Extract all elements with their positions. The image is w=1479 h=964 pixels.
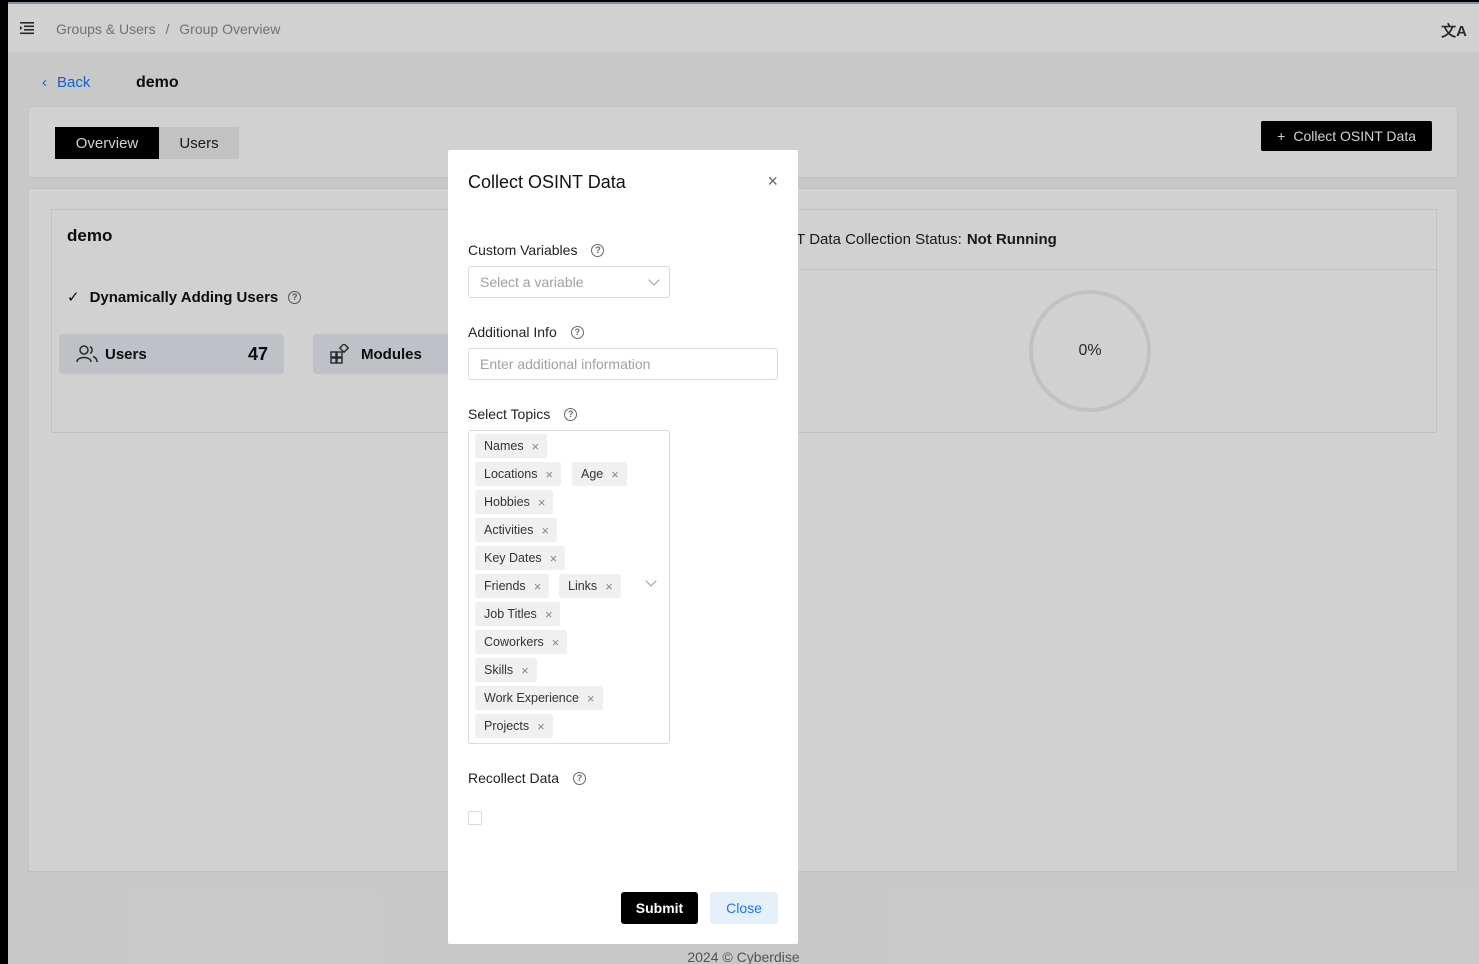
topic-tag: Projects × [475,714,553,738]
close-icon[interactable]: × [552,635,560,650]
close-button[interactable]: Close [710,892,778,924]
topic-tag: Locations × [475,462,562,486]
close-icon[interactable]: × [532,439,540,454]
help-icon[interactable]: ? [570,325,584,339]
topic-tag-label: Age [581,467,604,481]
topic-tag: Age × [572,462,627,486]
additional-info-text: Additional Info [468,324,557,340]
close-icon[interactable]: × [611,467,619,482]
topic-tag-label: Work Experience [484,691,579,705]
additional-info-placeholder: Enter additional information [480,356,651,372]
topic-tag-label: Locations [484,467,538,481]
recollect-data-checkbox[interactable] [468,811,482,825]
help-icon[interactable]: ? [573,771,587,785]
close-icon[interactable]: × [605,579,613,594]
close-icon[interactable]: × [538,495,546,510]
close-icon[interactable]: × [767,172,778,190]
help-icon[interactable]: ? [591,243,605,257]
custom-variables-select[interactable]: Select a variable [468,266,670,298]
close-icon[interactable]: × [587,691,595,706]
topic-tag-label: Key Dates [484,551,542,565]
collect-osint-modal: Collect OSINT Data × Custom Variables ? … [448,150,798,944]
topic-tag-label: Activities [484,523,534,537]
recollect-data-label: Recollect Data ? [468,770,587,786]
topic-tag: Coworkers × [475,630,568,654]
custom-variables-placeholder: Select a variable [480,274,584,290]
close-icon[interactable]: × [545,607,553,622]
submit-button[interactable]: Submit [621,892,698,924]
topic-tag-label: Projects [484,719,530,733]
select-topics-label: Select Topics ? [468,406,578,422]
close-icon[interactable]: × [541,523,549,538]
topic-tag: Links × [559,574,621,598]
close-icon[interactable]: × [521,663,529,678]
topic-tag-label: Job Titles [484,607,537,621]
chevron-down-icon [648,274,660,286]
topic-tag: Activities × [475,518,557,542]
custom-variables-text: Custom Variables [468,242,578,258]
topic-tag: Friends × [475,574,550,598]
custom-variables-label: Custom Variables ? [468,242,605,258]
topic-tag-label: Names [484,439,524,453]
topic-tag: Hobbies × [475,490,554,514]
topic-tag: Key Dates × [475,546,566,570]
help-icon[interactable]: ? [564,407,578,421]
topic-tag-label: Coworkers [484,635,544,649]
additional-info-label: Additional Info ? [468,324,584,340]
select-topics-text: Select Topics [468,406,551,422]
recollect-data-text: Recollect Data [468,770,560,786]
topic-tag: Job Titles × [475,602,561,626]
modal-title: Collect OSINT Data [468,172,626,192]
additional-info-input[interactable]: Enter additional information [468,348,778,380]
close-icon[interactable]: × [534,579,542,594]
close-icon[interactable]: × [537,719,545,734]
chevron-down-icon[interactable] [645,575,657,587]
close-icon[interactable]: × [550,551,558,566]
topic-tag: Work Experience × [475,686,603,710]
topic-tag: Skills × [475,658,537,682]
close-icon[interactable]: × [546,467,554,482]
topics-multiselect[interactable]: Names × Locations × Age × Hobbies × Activiti… [468,430,670,744]
topic-tag-label: Hobbies [484,495,530,509]
topic-tag: Names × [475,434,548,458]
topic-tag-label: Friends [484,579,526,593]
topic-tag-label: Skills [484,663,514,677]
topic-tag-label: Links [568,579,598,593]
